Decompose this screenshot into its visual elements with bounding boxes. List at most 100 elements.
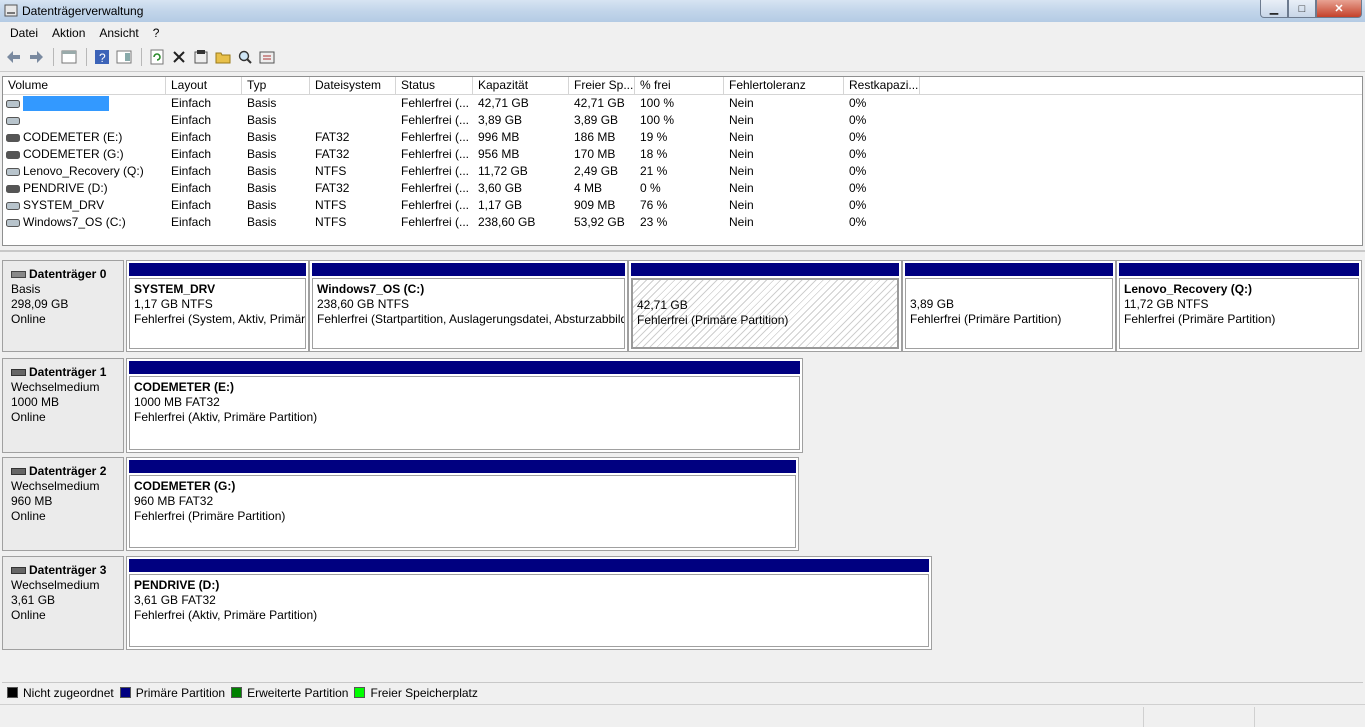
disk-size: 1000 MB (11, 395, 60, 409)
partition-bar (129, 559, 929, 572)
volume-overhead: 0% (849, 198, 867, 212)
disk-label-2[interactable]: Datenträger 2 Wechselmedium 960 MB Onlin… (2, 457, 124, 551)
refresh-icon[interactable] (147, 47, 167, 67)
volume-fault-tolerance: Nein (729, 147, 754, 161)
column-header-layout[interactable]: Layout (166, 77, 242, 95)
column-header-filesystem[interactable]: Dateisystem (310, 77, 396, 95)
volume-fault-tolerance: Nein (729, 198, 754, 212)
partition-bar (312, 263, 625, 276)
volume-layout: Einfach (171, 130, 212, 144)
legend-extended-partition: Erweiterte Partition (231, 686, 348, 700)
disk-name: Datenträger 3 (29, 563, 107, 577)
volume-fault-tolerance: Nein (729, 113, 754, 127)
toolbar-separator (86, 48, 87, 66)
volume-list-header: Volume Layout Typ Dateisystem Status Kap… (3, 77, 1362, 95)
menu-ansicht[interactable]: Ansicht (92, 26, 145, 40)
drive-icon (6, 99, 20, 108)
disk-size: 298,09 GB (11, 297, 69, 311)
volume-percent-free: 100 % (640, 96, 675, 110)
volume-filesystem: NTFS (315, 215, 347, 229)
disk-map: Datenträger 0 Basis 298,09 GB Online SYS… (0, 250, 1365, 681)
properties-icon[interactable] (191, 47, 211, 67)
minimize-button[interactable]: ▁ (1260, 0, 1288, 18)
partition-pendrive-d[interactable]: PENDRIVE (D:) 3,61 GB FAT32 Fehlerfrei (… (126, 556, 932, 650)
open-folder-icon[interactable] (213, 47, 233, 67)
volume-status: Fehlerfrei (... (401, 96, 470, 110)
volume-filesystem: FAT32 (315, 130, 350, 144)
volume-name-text: PENDRIVE (D:) (23, 181, 108, 195)
volume-capacity: 3,89 GB (478, 113, 523, 127)
disk-label-3[interactable]: Datenträger 3 Wechselmedium 3,61 GB Onli… (2, 556, 124, 650)
column-header-overhead[interactable]: Restkapazi... (844, 77, 920, 95)
volume-row[interactable]: CODEMETER (E:) Einfach Basis FAT32 Fehlerfre… (3, 129, 1362, 146)
settings-icon[interactable] (257, 47, 277, 67)
disk-size: 960 MB (11, 494, 53, 508)
column-header-type[interactable]: Typ (242, 77, 310, 95)
properties-panel-icon[interactable] (114, 47, 134, 67)
menu-aktion[interactable]: Aktion (45, 26, 92, 40)
partition-windows7-os[interactable]: Windows7_OS (C:) 238,60 GB NTFS Fehlerfr… (309, 260, 628, 352)
column-header-volume[interactable]: Volume (3, 77, 166, 95)
help-icon[interactable]: ? (92, 47, 112, 67)
partition-status: Fehlerfrei (Primäre Partition) (910, 312, 1062, 326)
volume-free-space: 53,92 GB (574, 215, 625, 229)
column-header-percent-free[interactable]: % frei (635, 77, 724, 95)
partition-codemeter-e[interactable]: CODEMETER (E:) 1000 MB FAT32 Fehlerfrei … (126, 358, 803, 453)
volume-layout: Einfach (171, 164, 212, 178)
volume-row[interactable]: SYSTEM_DRV Einfach Basis NTFS Fehlerfrei (..… (3, 197, 1362, 214)
column-header-capacity[interactable]: Kapazität (473, 77, 569, 95)
volume-row[interactable]: PENDRIVE (D:) Einfach Basis FAT32 Fehlerfrei… (3, 180, 1362, 197)
partition-status: Fehlerfrei (Primäre Partition) (134, 509, 286, 523)
partition-bar (129, 460, 796, 473)
column-header-status[interactable]: Status (396, 77, 473, 95)
disk-label-0[interactable]: Datenträger 0 Basis 298,09 GB Online (2, 260, 124, 352)
volume-filesystem (310, 95, 396, 112)
column-header-free-space[interactable]: Freier Sp... (569, 77, 635, 95)
column-header-fault-tolerance[interactable]: Fehlertoleranz (724, 77, 844, 95)
console-icon[interactable] (59, 47, 79, 67)
delete-icon[interactable] (169, 47, 189, 67)
back-icon[interactable] (4, 47, 24, 67)
volume-row[interactable]: Lenovo_Recovery (Q:) Einfach Basis NTFS Fehl… (3, 163, 1362, 180)
volume-layout: Einfach (171, 181, 212, 195)
volume-fault-tolerance: Nein (729, 130, 754, 144)
volume-row[interactable]: Einfach Basis Fehlerfrei (... 42,71 GB 42,71… (3, 95, 1362, 112)
volume-name-text (23, 96, 109, 111)
partition-unnamed-42gb[interactable]: 42,71 GB Fehlerfrei (Primäre Partition) (628, 260, 902, 352)
volume-row[interactable]: Einfach Basis Fehlerfrei (... 3,89 GB 3,89 G… (3, 112, 1362, 129)
partition-name: Lenovo_Recovery (Q:) (1124, 282, 1253, 296)
volume-overhead: 0% (849, 147, 867, 161)
forward-icon[interactable] (26, 47, 46, 67)
volume-overhead: 0% (849, 113, 867, 127)
volume-name: CODEMETER (G:) (3, 146, 166, 163)
menu-datei[interactable]: Datei (3, 26, 45, 40)
disk-size: 3,61 GB (11, 593, 56, 607)
volume-type: Basis (247, 96, 277, 110)
toolbar-separator (141, 48, 142, 66)
volume-status: Fehlerfrei (... (401, 198, 470, 212)
legend-label: Freier Speicherplatz (370, 685, 478, 700)
partition-system-drv[interactable]: SYSTEM_DRV 1,17 GB NTFS Fehlerfrei (Syst… (126, 260, 309, 352)
search-icon[interactable] (235, 47, 255, 67)
volume-status: Fehlerfrei (... (401, 147, 470, 161)
volume-overhead: 0% (849, 181, 867, 195)
volume-status: Fehlerfrei (... (401, 130, 470, 144)
menu-help[interactable]: ? (146, 26, 167, 40)
disk-label-1[interactable]: Datenträger 1 Wechselmedium 1000 MB Onli… (2, 358, 124, 453)
partition-name: CODEMETER (G:) (134, 479, 236, 493)
volume-row[interactable]: Windows7_OS (C:) Einfach Basis NTFS Fehlerfr… (3, 214, 1362, 231)
partition-unnamed-3gb[interactable]: 3,89 GB Fehlerfrei (Primäre Partition) (902, 260, 1116, 352)
partition-size: 1,17 GB NTFS (134, 297, 213, 311)
maximize-button[interactable]: □ (1288, 0, 1316, 18)
volume-capacity: 1,17 GB (478, 198, 523, 212)
title-bar: Datenträgerverwaltung ▁ □ ✕ (0, 0, 1365, 22)
partition-codemeter-g[interactable]: CODEMETER (G:) 960 MB FAT32 Fehlerfrei (… (126, 457, 799, 551)
close-button[interactable]: ✕ (1316, 0, 1362, 18)
legend-label: Nicht zugeordnet (23, 685, 114, 700)
volume-row[interactable]: CODEMETER (G:) Einfach Basis FAT32 Fehlerfre… (3, 146, 1362, 163)
partition-lenovo-recovery[interactable]: Lenovo_Recovery (Q:) 11,72 GB NTFS Fehle… (1116, 260, 1362, 352)
volume-layout: Einfach (171, 113, 212, 127)
legend-label: Erweiterte Partition (247, 685, 349, 700)
volume-name: SYSTEM_DRV (3, 197, 166, 214)
volume-capacity: 996 MB (478, 130, 520, 144)
